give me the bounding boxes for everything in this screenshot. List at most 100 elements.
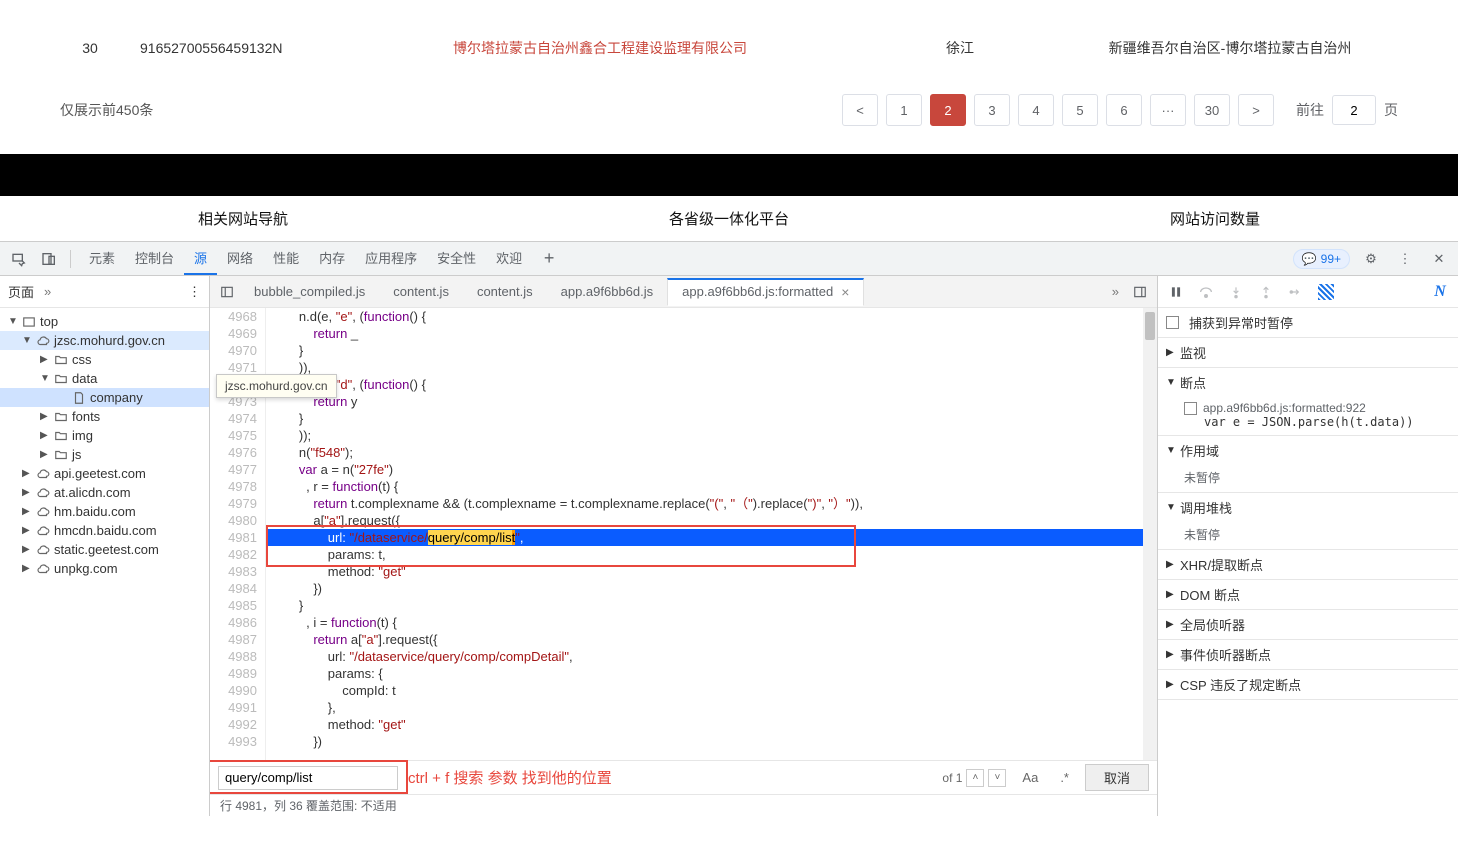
cell-person: 徐江 xyxy=(820,38,1100,58)
dom-bp-section[interactable]: ▶DOM 断点 xyxy=(1158,580,1458,609)
devtab-源[interactable]: 源 xyxy=(184,242,217,275)
csp-bp-section[interactable]: ▶CSP 违反了规定断点 xyxy=(1158,670,1458,699)
devtab-元素[interactable]: 元素 xyxy=(79,242,125,275)
scope-section[interactable]: ▼作用域 xyxy=(1158,436,1458,465)
scrollbar-vertical[interactable] xyxy=(1143,308,1157,760)
page-nav-title[interactable]: 页面 xyxy=(8,282,34,301)
file-tabs: bubble_compiled.jscontent.jscontent.jsap… xyxy=(210,276,1157,308)
search-input[interactable] xyxy=(218,766,398,790)
cell-company[interactable]: 博尔塔拉蒙古自治州鑫合工程建设监理有限公司 xyxy=(380,38,820,58)
cell-num: 30 xyxy=(40,40,140,56)
devtools-main-tabs: 元素控制台源网络性能内存应用程序安全性欢迎 + 💬 99+ ⚙ ⋮ ✕ xyxy=(0,242,1458,276)
file-tab[interactable]: content.js xyxy=(463,278,547,306)
messages-badge[interactable]: 💬 99+ xyxy=(1293,249,1350,269)
nav-right-icon[interactable] xyxy=(1127,285,1153,299)
code-editor[interactable]: 4968496949704971497249734974497549764977… xyxy=(210,308,1157,760)
inspect-icon[interactable] xyxy=(6,246,32,272)
regex-toggle[interactable]: .* xyxy=(1054,770,1075,785)
file-tab[interactable]: app.a9f6bb6d.js xyxy=(547,278,668,306)
devtab-性能[interactable]: 性能 xyxy=(263,242,309,275)
page-btn-4[interactable]: 4 xyxy=(1018,94,1054,126)
tree-item-static.geetest.com[interactable]: ▶static.geetest.com xyxy=(0,540,209,559)
tree-item-company[interactable]: company xyxy=(0,388,209,407)
deactivate-bp-icon[interactable] xyxy=(1316,282,1336,302)
devtools: 元素控制台源网络性能内存应用程序安全性欢迎 + 💬 99+ ⚙ ⋮ ✕ 页面 »… xyxy=(0,241,1458,816)
cancel-button[interactable]: 取消 xyxy=(1085,764,1149,791)
cloud-icon xyxy=(36,562,50,576)
tree-item-hmcdn.baidu.com[interactable]: ▶hmcdn.baidu.com xyxy=(0,521,209,540)
page-btn-6[interactable]: 6 xyxy=(1106,94,1142,126)
xhr-bp-section[interactable]: ▶XHR/提取断点 xyxy=(1158,550,1458,579)
page-btn-30[interactable]: 30 xyxy=(1194,94,1230,126)
pause-exc-checkbox[interactable] xyxy=(1166,316,1179,329)
devtab-内存[interactable]: 内存 xyxy=(309,242,355,275)
bp-checkbox[interactable] xyxy=(1184,402,1197,415)
add-tab-icon[interactable]: + xyxy=(536,246,562,272)
goto-suffix: 页 xyxy=(1384,100,1398,120)
device-icon[interactable] xyxy=(36,246,62,272)
search-next[interactable]: ˅ xyxy=(988,769,1006,787)
tree-item-img[interactable]: ▶img xyxy=(0,426,209,445)
match-case[interactable]: Aa xyxy=(1016,770,1044,785)
tree-item-data[interactable]: ▼data xyxy=(0,369,209,388)
file-tab[interactable]: content.js xyxy=(379,278,463,306)
pause-icon[interactable] xyxy=(1166,282,1186,302)
page-next[interactable]: > xyxy=(1238,94,1274,126)
folder-icon xyxy=(54,410,68,424)
page-tree: ▼top▼jzsc.mohurd.gov.cn▶css▼datacompany▶… xyxy=(0,308,209,816)
step-icon[interactable] xyxy=(1286,282,1306,302)
close-devtools-icon[interactable]: ✕ xyxy=(1426,246,1452,272)
more-tabs-icon[interactable]: » xyxy=(1104,284,1127,299)
global-listeners-section[interactable]: ▶全局侦听器 xyxy=(1158,610,1458,639)
step-over-icon[interactable] xyxy=(1196,282,1216,302)
page-btn-5[interactable]: 5 xyxy=(1062,94,1098,126)
debug-toolbar: N xyxy=(1158,276,1458,308)
tree-item-api.geetest.com[interactable]: ▶api.geetest.com xyxy=(0,464,209,483)
tree-item-css[interactable]: ▶css xyxy=(0,350,209,369)
close-icon[interactable]: × xyxy=(841,284,849,300)
tree-item-hm.baidu.com[interactable]: ▶hm.baidu.com xyxy=(0,502,209,521)
page-btn-1[interactable]: 1 xyxy=(886,94,922,126)
page-prev[interactable]: < xyxy=(842,94,878,126)
step-out-icon[interactable] xyxy=(1256,282,1276,302)
footer-link[interactable]: 相关网站导航 xyxy=(0,208,486,229)
cell-id: 91652700556459132N xyxy=(140,40,380,56)
goto-input[interactable] xyxy=(1332,95,1376,125)
display-note: 仅展示前450条 xyxy=(60,100,153,120)
file-tab[interactable]: bubble_compiled.js xyxy=(240,278,379,306)
search-annotation: ctrl + f 搜索 参数 找到他的位置 xyxy=(408,767,932,788)
more-icon[interactable]: ⋮ xyxy=(1392,246,1418,272)
search-prev[interactable]: ˄ xyxy=(966,769,984,787)
tree-item-unpkg.com[interactable]: ▶unpkg.com xyxy=(0,559,209,578)
folder-icon xyxy=(54,372,68,386)
footer-link[interactable]: 网站访问数量 xyxy=(972,208,1458,229)
devtab-应用程序[interactable]: 应用程序 xyxy=(355,242,427,275)
step-into-icon[interactable] xyxy=(1226,282,1246,302)
cloud-icon xyxy=(36,524,50,538)
n-icon[interactable]: N xyxy=(1430,282,1450,302)
devtab-安全性[interactable]: 安全性 xyxy=(427,242,486,275)
watch-section[interactable]: ▶监视 xyxy=(1158,338,1458,367)
devtab-网络[interactable]: 网络 xyxy=(217,242,263,275)
tree-item-top[interactable]: ▼top xyxy=(0,312,209,331)
devtab-控制台[interactable]: 控制台 xyxy=(125,242,184,275)
callstack-section[interactable]: ▼调用堆栈 xyxy=(1158,493,1458,522)
goto-prefix: 前往 xyxy=(1296,100,1324,120)
breakpoints-section[interactable]: ▼断点 xyxy=(1158,368,1458,397)
tree-item-jzsc.mohurd.gov.cn[interactable]: ▼jzsc.mohurd.gov.cn xyxy=(0,331,209,350)
devtab-欢迎[interactable]: 欢迎 xyxy=(486,242,532,275)
tree-item-fonts[interactable]: ▶fonts xyxy=(0,407,209,426)
event-bp-section[interactable]: ▶事件侦听器断点 xyxy=(1158,640,1458,669)
settings-icon[interactable]: ⚙ xyxy=(1358,246,1384,272)
page-btn-3[interactable]: 3 xyxy=(974,94,1010,126)
search-bar: ctrl + f 搜索 参数 找到他的位置 of 1 ˄ ˅ Aa .* 取消 xyxy=(210,760,1157,794)
page-btn-···[interactable]: ··· xyxy=(1150,94,1186,126)
file-tab[interactable]: app.a9f6bb6d.js:formatted× xyxy=(667,278,864,306)
nav-left-icon[interactable] xyxy=(214,285,240,299)
tree-item-js[interactable]: ▶js xyxy=(0,445,209,464)
site-footer-nav: 相关网站导航 各省级一体化平台 网站访问数量 xyxy=(0,196,1458,241)
cloud-icon xyxy=(36,467,50,481)
footer-link[interactable]: 各省级一体化平台 xyxy=(486,208,972,229)
tree-item-at.alicdn.com[interactable]: ▶at.alicdn.com xyxy=(0,483,209,502)
page-btn-2[interactable]: 2 xyxy=(930,94,966,126)
